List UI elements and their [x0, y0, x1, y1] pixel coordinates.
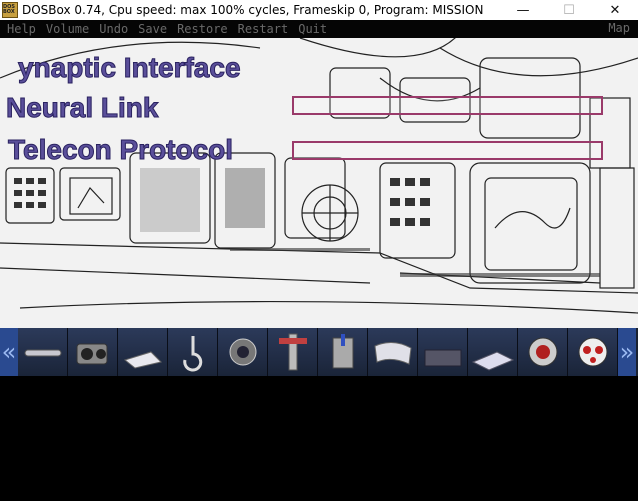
inventory-slot-hook[interactable] [168, 328, 218, 376]
diving-helmet-icon [229, 338, 256, 366]
inventory-slot-pipe[interactable] [18, 328, 68, 376]
menu-undo[interactable]: Undo [99, 22, 128, 36]
close-button[interactable]: ✕ [592, 0, 638, 20]
menu-volume[interactable]: Volume [46, 22, 89, 36]
window-title: DOSBox 0.74, Cpu speed: max 100% cycles,… [22, 3, 484, 17]
inventory-slot-device[interactable] [318, 328, 368, 376]
empty-screen-area [0, 376, 638, 501]
menu-help[interactable]: Help [7, 22, 36, 36]
menu-map[interactable]: Map [608, 21, 630, 35]
helmet-icon [528, 337, 557, 367]
inventory-bar: « » [0, 328, 638, 376]
hook-icon [182, 336, 202, 372]
window-controls: — ☐ ✕ [500, 0, 638, 20]
maximize-button[interactable]: ☐ [546, 0, 592, 20]
inventory-slot-camera[interactable] [68, 328, 118, 376]
robot-head-icon [578, 337, 607, 367]
paper-icon [123, 351, 162, 369]
menu-restore[interactable]: Restore [177, 22, 228, 36]
device-icon [332, 334, 353, 369]
game-menu-bar: Help Volume Undo Save Restore Restart Qu… [0, 20, 638, 38]
camera-icon [76, 343, 107, 365]
menu-restart[interactable]: Restart [238, 22, 289, 36]
cockpit-scene[interactable]: ynaptic Interface Neural Link Telecon Pr… [0, 38, 638, 328]
neural-link-progress-bar [292, 96, 603, 115]
inventory-slot-paper[interactable] [118, 328, 168, 376]
inventory-slot-map-sheet[interactable] [468, 328, 518, 376]
map-sheet-icon [471, 351, 514, 371]
neural-link-label: Neural Link [5, 92, 159, 124]
synaptic-interface-label: ynaptic Interface [18, 52, 242, 84]
telecon-protocol-progress-bar [292, 141, 603, 160]
inventory-scroll-left-button[interactable]: « [0, 328, 18, 376]
inventory-slot-scroll[interactable] [368, 328, 418, 376]
dosbox-icon: DOS BOX [2, 2, 18, 18]
valve-icon [278, 333, 307, 371]
scroll-icon [373, 342, 412, 365]
inventory-slot-valve[interactable] [268, 328, 318, 376]
inventory-slot-helmet[interactable] [518, 328, 568, 376]
inventory-slot-robot-head[interactable] [568, 328, 618, 376]
telecon-protocol-label: Telecon Protocol [7, 134, 234, 166]
inventory-slot-diving-helmet[interactable] [218, 328, 268, 376]
minimize-button[interactable]: — [500, 0, 546, 20]
inventory-slot-panel[interactable] [418, 328, 468, 376]
pipe-icon [24, 349, 61, 357]
inventory-scroll-right-button[interactable]: » [618, 328, 636, 376]
window-title-bar: DOS BOX DOSBox 0.74, Cpu speed: max 100%… [0, 0, 638, 20]
panel-icon [424, 349, 461, 367]
menu-save[interactable]: Save [138, 22, 167, 36]
menu-quit[interactable]: Quit [298, 22, 327, 36]
